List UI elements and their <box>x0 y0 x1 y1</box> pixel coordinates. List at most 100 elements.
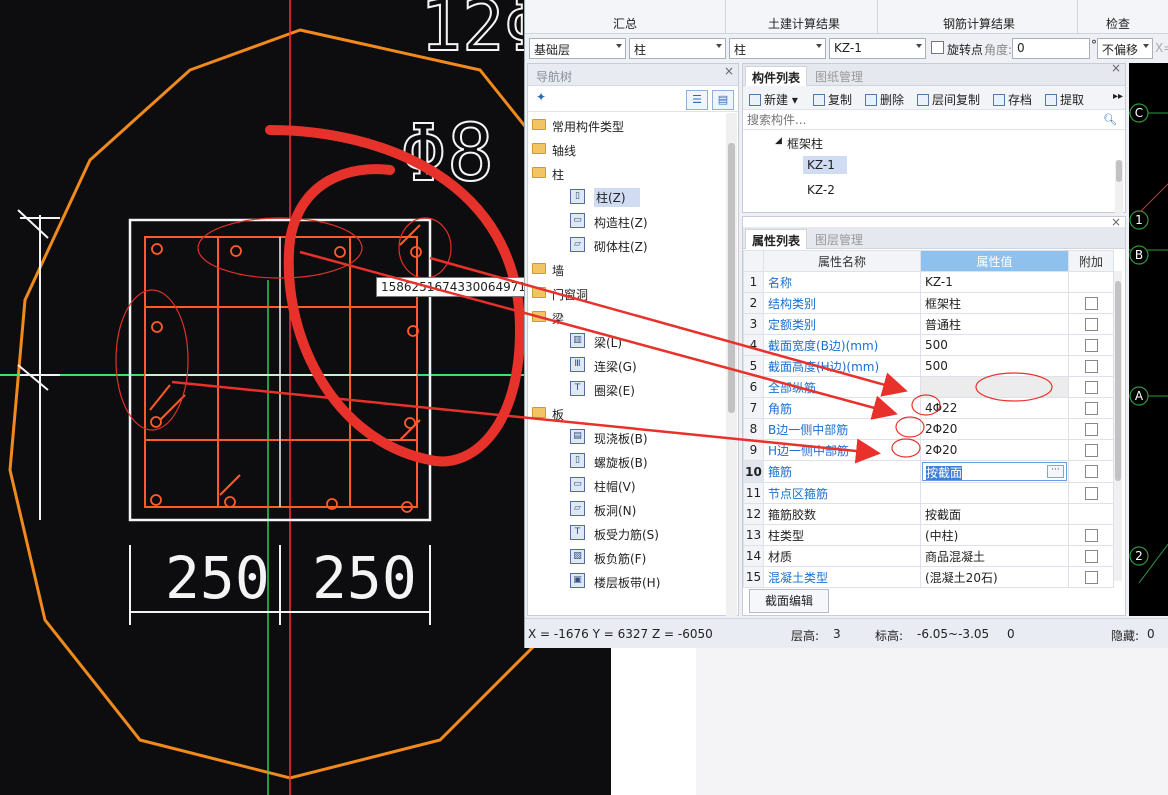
section-edit-button[interactable]: 截面编辑 <box>749 589 829 613</box>
extra-checkbox[interactable] <box>1084 465 1098 478</box>
property-value[interactable]: 2Φ20 <box>920 439 1069 461</box>
property-value[interactable] <box>920 376 1069 398</box>
close-icon[interactable]: × <box>724 64 734 78</box>
menu-tab-check[interactable]: 检查 <box>1106 15 1130 32</box>
component-select[interactable]: KZ-1 <box>829 38 926 59</box>
property-row[interactable]: 13 柱类型 (中柱) <box>743 524 1114 546</box>
type-select[interactable]: 柱 <box>729 38 826 59</box>
property-row[interactable]: 4 截面宽度(B边)(mm) 500 <box>743 334 1114 356</box>
property-scrollbar[interactable] <box>1114 271 1122 581</box>
floor-copy-button[interactable]: 层间复制 <box>917 91 980 108</box>
nav-tree-item[interactable]: ▱ 砌体柱(Z) <box>528 233 726 257</box>
ellipsis-icon[interactable]: ··· <box>1047 465 1064 478</box>
property-row[interactable]: 14 材质 商品混凝土 <box>743 545 1114 567</box>
property-value-editor[interactable]: 按截面 ··· <box>920 460 1069 483</box>
nav-tree-item[interactable]: ▥ 梁(L) <box>528 329 726 353</box>
tab-component-list[interactable]: 构件列表 <box>745 66 808 86</box>
extra-checkbox[interactable] <box>1084 486 1098 500</box>
nav-tree-item[interactable]: 门窗洞 <box>528 281 726 305</box>
property-row[interactable]: 5 截面高度(H边)(mm) 500 <box>743 355 1114 377</box>
nav-tree-item[interactable]: 柱 <box>528 161 726 185</box>
property-value[interactable]: 框架柱 <box>920 292 1069 314</box>
property-value[interactable]: 普通柱 <box>920 313 1069 335</box>
menu-tab-summary[interactable]: 汇总 <box>613 15 637 32</box>
nav-tree-item[interactable]: ▤ 现浇板(B) <box>528 425 726 449</box>
property-value[interactable]: (混凝土20石) <box>920 566 1069 588</box>
nav-tree-item[interactable]: T 板受力筋(S) <box>528 521 726 545</box>
nav-tree-item[interactable]: 轴线 <box>528 137 726 161</box>
close-icon[interactable]: × <box>1111 61 1121 75</box>
nav-tree-item[interactable]: T 圈梁(E) <box>528 377 726 401</box>
drawing-canvas[interactable]: C 1 B A 2 <box>1129 63 1168 616</box>
property-value-input[interactable]: 按截面 ··· <box>922 462 1067 481</box>
nav-tree-item[interactable]: ▭ 柱帽(V) <box>528 473 726 497</box>
tab-property-list[interactable]: 属性列表 <box>745 229 808 249</box>
nav-tree-item[interactable]: ▭ 构造柱(Z) <box>528 209 726 233</box>
extra-checkbox[interactable] <box>1084 359 1098 373</box>
nav-tree-item[interactable]: 板 <box>528 401 726 425</box>
extra-checkbox[interactable] <box>1084 528 1098 542</box>
nav-tree-item[interactable]: ▯ 柱(Z) <box>528 185 726 209</box>
property-value[interactable] <box>920 482 1069 504</box>
extract-button[interactable]: 提取 <box>1045 91 1084 108</box>
property-row[interactable]: 3 定额类别 普通柱 <box>743 313 1114 335</box>
component-item[interactable]: KZ-1 <box>743 154 1125 178</box>
new-button[interactable]: 新建 ▾ <box>749 91 798 108</box>
rotate-point-checkbox[interactable] <box>931 41 944 54</box>
offset-select[interactable]: 不偏移 <box>1097 38 1153 59</box>
extra-checkbox[interactable] <box>1084 317 1098 331</box>
component-item-kz1[interactable]: KZ-1 <box>803 156 847 174</box>
property-value[interactable]: 按截面 <box>920 503 1069 525</box>
angle-input[interactable]: 0 <box>1012 38 1090 59</box>
property-row[interactable]: 8 B边一侧中部筋 2Φ20 <box>743 418 1114 440</box>
nav-scrollbar[interactable] <box>726 113 737 617</box>
property-row[interactable]: 10 箍筋 按截面 ··· <box>743 460 1114 483</box>
extra-checkbox[interactable] <box>1084 380 1098 394</box>
tab-layer-management[interactable]: 图层管理 <box>809 229 869 249</box>
property-value[interactable]: 商品混凝土 <box>920 545 1069 567</box>
nav-tree-item[interactable]: 梁 <box>528 305 726 329</box>
extra-checkbox[interactable] <box>1084 338 1098 352</box>
extra-checkbox[interactable] <box>1084 296 1098 310</box>
nav-tree-item[interactable]: ▱ 板洞(N) <box>528 497 726 521</box>
delete-button[interactable]: 删除 <box>865 91 904 108</box>
extra-checkbox[interactable] <box>1084 401 1098 415</box>
property-row[interactable]: 11 节点区箍筋 <box>743 482 1114 504</box>
property-value[interactable]: 2Φ20 <box>920 418 1069 440</box>
close-icon[interactable]: × <box>1111 215 1121 229</box>
property-value[interactable]: (中柱) <box>920 524 1069 546</box>
extra-checkbox[interactable] <box>1084 549 1098 563</box>
nav-tree-item[interactable]: ▣ 楼层板带(H) <box>528 569 726 593</box>
sparkle-add-icon[interactable]: ✦ <box>536 90 546 104</box>
nav-tree-item[interactable]: ▯ 螺旋板(B) <box>528 449 726 473</box>
more-icon[interactable]: ▸▸ <box>1113 91 1123 102</box>
property-row[interactable]: 1 名称 KZ-1 <box>743 271 1114 293</box>
property-row[interactable]: 15 混凝土类型 (混凝土20石) <box>743 566 1114 588</box>
property-row[interactable]: 9 H边一侧中部筋 2Φ20 <box>743 439 1114 461</box>
tab-drawing-management[interactable]: 图纸管理 <box>809 66 869 86</box>
menu-tab-civil-results[interactable]: 土建计算结果 <box>768 15 840 32</box>
expand-triangle-icon[interactable]: ◢ <box>775 136 782 146</box>
property-row[interactable]: 12 箍筋胶数 按截面 <box>743 503 1114 525</box>
category-select[interactable]: 柱 <box>629 38 726 59</box>
component-group-row[interactable]: ◢ 框架柱 <box>743 130 1125 154</box>
component-scrollbar[interactable] <box>1115 160 1123 214</box>
search-icon[interactable]: 🔍︎ <box>1103 113 1117 126</box>
property-row[interactable]: 6 全部纵筋 <box>743 376 1114 398</box>
extra-checkbox[interactable] <box>1084 422 1098 436</box>
component-item-kz2[interactable]: KZ-2 <box>807 183 835 197</box>
nav-tree-item[interactable]: 墙 <box>528 257 726 281</box>
component-search-input[interactable] <box>745 111 1105 129</box>
property-value[interactable]: 4Φ22 <box>920 397 1069 419</box>
nav-tree-item[interactable]: Ⅲ 连梁(G) <box>528 353 726 377</box>
property-row[interactable]: 2 结构类别 框架柱 <box>743 292 1114 314</box>
list-view-icon[interactable]: ☰ <box>686 90 708 110</box>
nav-tree-item[interactable]: ▧ 板负筋(F) <box>528 545 726 569</box>
extra-checkbox[interactable] <box>1084 570 1098 584</box>
panel-view-icon[interactable]: ▤ <box>712 90 734 110</box>
property-value[interactable]: 500 <box>920 355 1069 377</box>
floor-select[interactable]: 基础层 <box>529 38 626 59</box>
property-value[interactable]: 500 <box>920 334 1069 356</box>
copy-button[interactable]: 复制 <box>813 91 852 108</box>
menu-tab-rebar-results[interactable]: 钢筋计算结果 <box>943 15 1015 32</box>
